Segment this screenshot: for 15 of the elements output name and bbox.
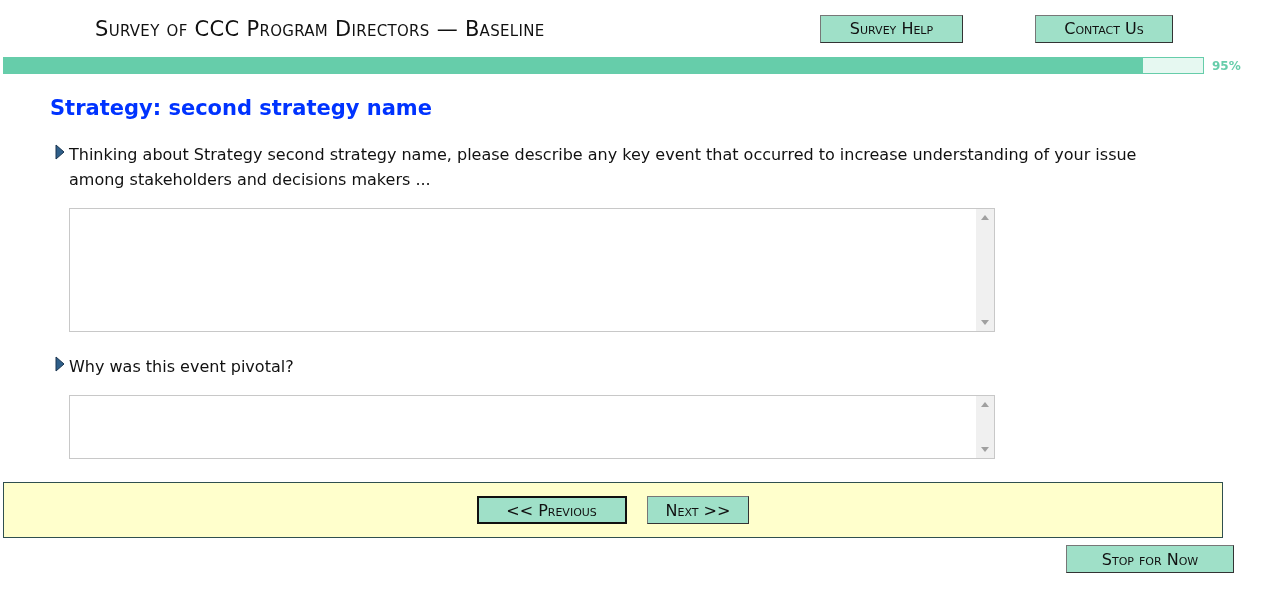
triangle-bullet-icon <box>55 144 65 160</box>
triangle-bullet-icon <box>55 356 65 372</box>
survey-title: Survey of CCC Program Directors — Baseline <box>95 16 546 41</box>
scrollbar <box>976 396 994 458</box>
header-button[interactable]: Contact Us <box>1035 14 1173 43</box>
previous-button[interactable]: << Previous <box>476 496 627 524</box>
header-button[interactable]: Survey Help <box>820 14 963 43</box>
progress-percent: 95% <box>1212 58 1241 73</box>
next-button[interactable]: Next >> <box>646 496 750 524</box>
stop-for-now-button[interactable]: Stop for Now <box>1066 545 1234 573</box>
section-heading: Strategy: second strategy name <box>50 96 433 120</box>
answer-box[interactable] <box>69 208 995 332</box>
answer-box[interactable] <box>69 395 995 459</box>
question-text: Thinking about Strategy second strategy name, please describe any key event that occurred to increase understanding of your issue among stakeholders and decisions makers ... <box>69 144 1138 191</box>
question-text: Why was this event pivotal? <box>69 356 294 378</box>
